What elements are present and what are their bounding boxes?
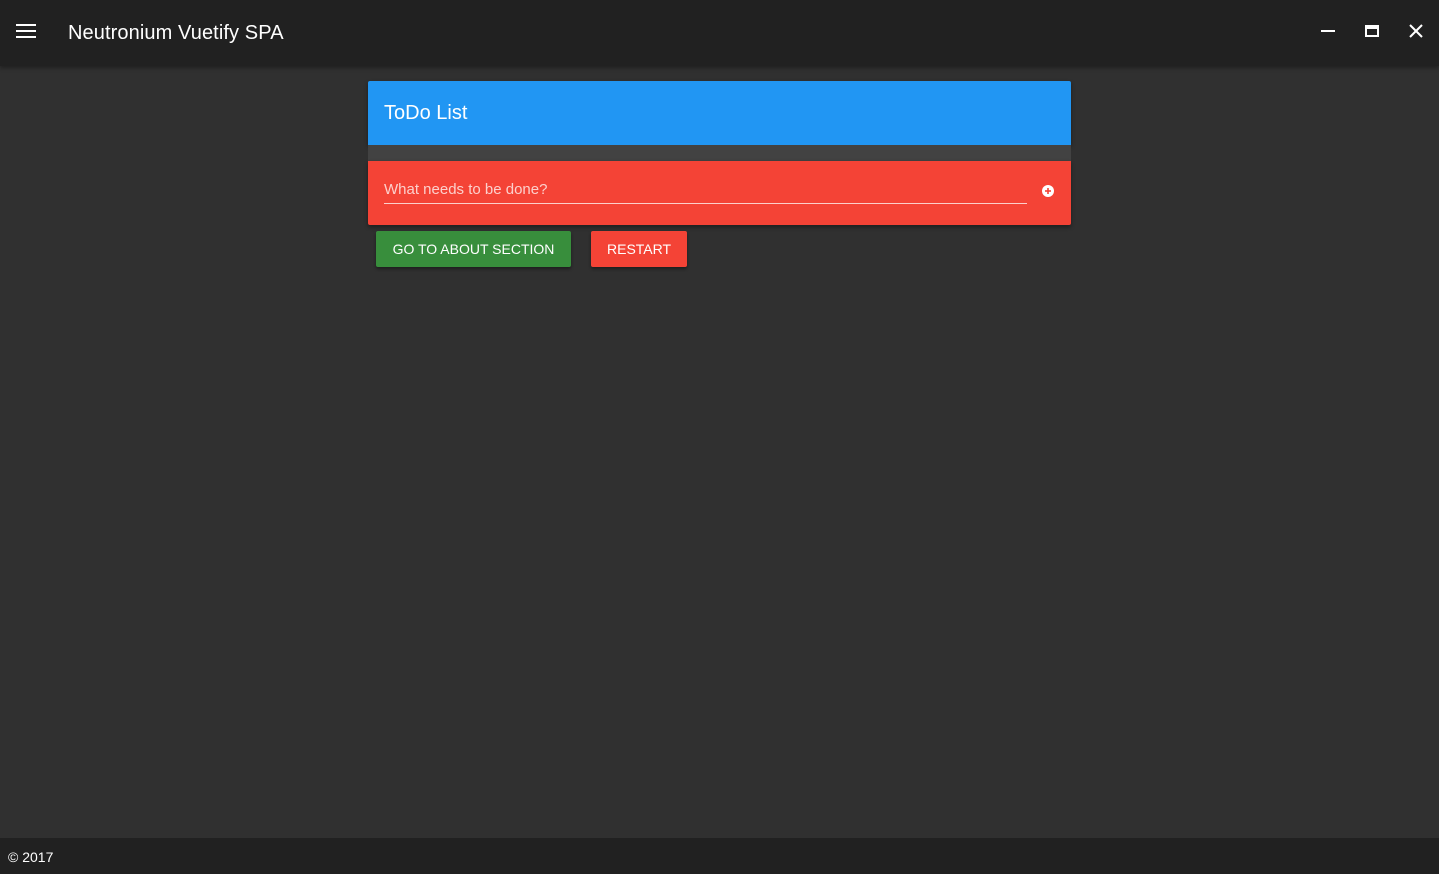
footer: © 2017 [0,838,1439,874]
add-circle-icon [1042,184,1054,202]
app-title: Neutronium Vuetify SPA [68,22,284,44]
minimize-button[interactable] [1312,17,1344,49]
todo-input-panel [368,161,1071,225]
maximize-button[interactable] [1356,17,1388,49]
maximize-icon [1364,23,1380,44]
title-bar: Neutronium Vuetify SPA [0,0,1439,66]
menu-icon [16,23,36,44]
copyright-text: © 2017 [8,849,54,865]
menu-button[interactable] [10,17,42,49]
restart-button[interactable]: RESTART [591,231,687,267]
todo-card-title: ToDo List [384,102,468,124]
todo-list-area [368,145,1071,161]
go-to-about-button[interactable]: GO TO ABOUT SECTION [376,231,571,267]
close-icon [1408,23,1424,44]
todo-input[interactable] [384,175,1027,204]
minimize-icon [1320,23,1336,44]
close-button[interactable] [1400,17,1432,49]
todo-card-header: ToDo List [368,81,1071,145]
add-todo-button[interactable] [1038,183,1058,203]
app-window: Neutronium Vuetify SPA ToDo List What ne… [0,0,1439,874]
